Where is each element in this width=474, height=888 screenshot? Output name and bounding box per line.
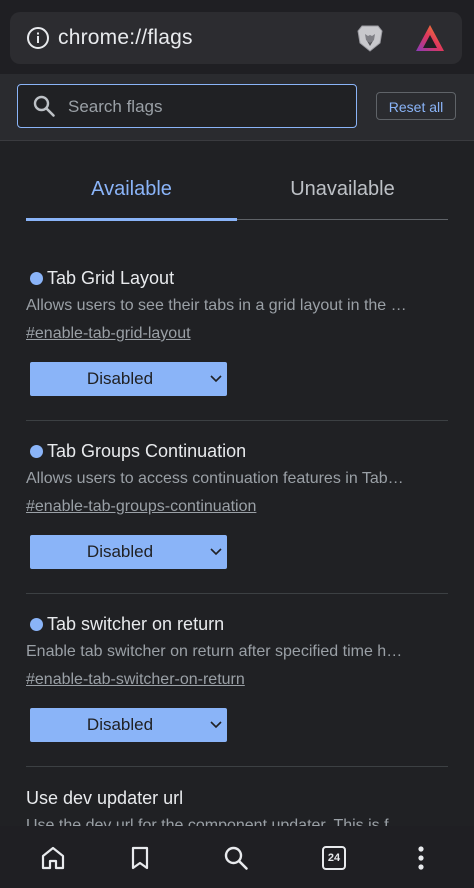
flags-tabs: Available Unavailable — [26, 160, 448, 222]
brave-rewards-icon[interactable] — [414, 23, 446, 53]
experiment-select[interactable]: Disabled — [30, 535, 227, 569]
chrome-flags-screen: chrome://flags Search flags Reset all Av… — [0, 0, 474, 888]
url-bar[interactable]: chrome://flags — [10, 12, 462, 64]
url-text[interactable]: chrome://flags — [58, 26, 193, 50]
experiment-link[interactable]: #enable-tab-groups-continuation — [26, 498, 256, 516]
experiment-select[interactable]: Disabled — [30, 708, 227, 742]
tabs-icon[interactable]: 24 — [322, 846, 346, 870]
modified-indicator — [30, 445, 43, 458]
experiment-tab-groups-continuation: Tab Groups Continuation Allows users to … — [26, 441, 448, 591]
modified-indicator — [30, 272, 43, 285]
top-toolbar: chrome://flags — [0, 0, 474, 74]
tab-available[interactable]: Available — [26, 160, 237, 220]
home-icon[interactable] — [39, 844, 67, 872]
chevron-down-icon — [210, 375, 222, 383]
search-icon[interactable] — [222, 844, 250, 872]
experiment-description: Allows users to access continuation feat… — [26, 470, 404, 487]
experiment-title: Use dev updater url — [26, 788, 184, 808]
divider — [26, 766, 448, 767]
bottom-toolbar: 24 — [0, 826, 474, 888]
select-value: Disabled — [86, 369, 154, 388]
search-row: Reset all — [0, 74, 474, 141]
info-icon[interactable] — [26, 26, 50, 50]
chevron-down-icon — [210, 548, 222, 556]
select-value: Disabled — [86, 715, 154, 734]
experiment-description: Enable tab switcher on return after spec… — [26, 643, 403, 660]
modified-indicator — [30, 618, 43, 631]
experiment-title: Tab Grid Layout — [26, 268, 174, 289]
experiment-link[interactable]: #enable-tab-grid-layout — [26, 325, 191, 343]
divider — [26, 593, 448, 594]
experiment-description: Allows users to see their tabs in a grid… — [26, 297, 407, 314]
chevron-down-icon — [210, 721, 222, 729]
brave-lion-icon[interactable] — [353, 21, 387, 55]
more-vert-icon[interactable] — [407, 844, 435, 872]
experiment-title: Tab Groups Continuation — [26, 441, 246, 462]
experiment-link[interactable]: #enable-tab-switcher-on-return — [26, 671, 245, 689]
tab-unavailable[interactable]: Unavailable — [237, 160, 448, 220]
experiment-tab-grid-layout: Tab Grid Layout Allows users to see thei… — [26, 268, 448, 418]
experiment-tab-switcher-on-return: Tab switcher on return Enable tab switch… — [26, 614, 448, 764]
active-tab-indicator — [26, 218, 237, 221]
tab-divider — [237, 219, 448, 220]
search-input[interactable] — [66, 85, 350, 129]
select-value: Disabled — [86, 542, 154, 561]
search-field[interactable] — [17, 84, 357, 129]
bookmark-icon[interactable] — [126, 844, 154, 872]
experiment-title: Tab switcher on return — [26, 614, 224, 635]
reset-all-button[interactable]: Reset all — [376, 92, 456, 120]
experiment-select[interactable]: Disabled — [30, 362, 227, 396]
search-icon — [33, 95, 55, 117]
divider — [26, 420, 448, 421]
